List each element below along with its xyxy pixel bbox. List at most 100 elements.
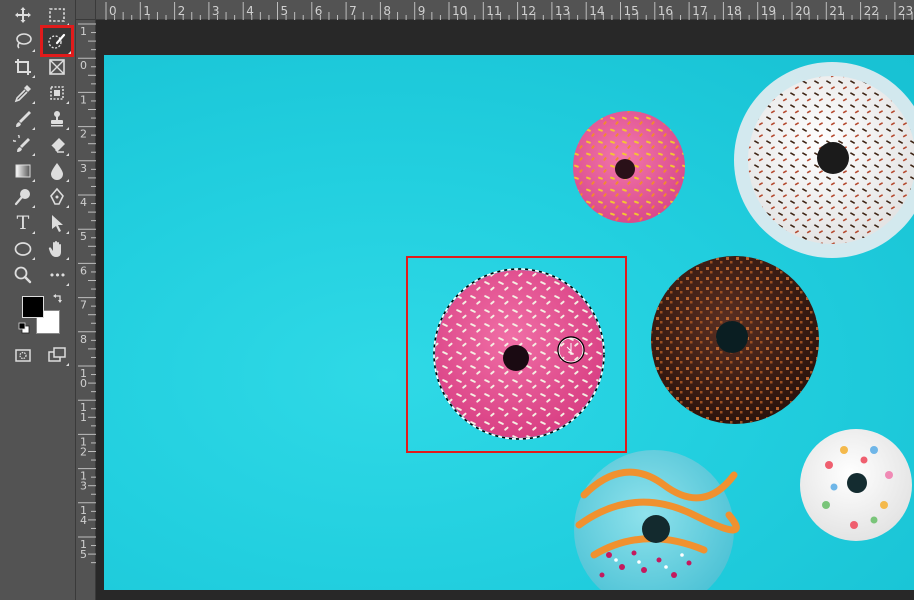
ellipsis-icon: ••• <box>48 268 66 282</box>
blue-iced-donut <box>574 450 740 590</box>
hand-tool[interactable] <box>44 237 70 261</box>
hand-icon <box>48 241 61 257</box>
svg-text:21: 21 <box>829 4 844 18</box>
svg-text:2: 2 <box>178 4 186 18</box>
svg-text:10: 10 <box>452 4 467 18</box>
svg-text:11: 11 <box>486 4 501 18</box>
ellipse-icon <box>14 242 32 256</box>
ruler-label: 18 <box>722 2 750 20</box>
dodge-icon <box>14 189 30 206</box>
svg-text:12: 12 <box>521 4 536 18</box>
crop-tool[interactable] <box>10 55 36 79</box>
ruler-label: 0 <box>105 2 133 20</box>
quick-selection-tool[interactable] <box>40 25 74 57</box>
svg-text:5: 5 <box>80 230 87 243</box>
ruler-label: 4 <box>78 194 96 222</box>
svg-text:1: 1 <box>80 25 87 38</box>
svg-text:3: 3 <box>80 480 87 493</box>
dodge-tool[interactable] <box>10 185 36 209</box>
selection-highlight-annotation <box>406 256 627 453</box>
lasso-tool[interactable] <box>10 29 36 53</box>
ruler-label: 14 <box>78 502 96 529</box>
ruler-label: 1 <box>78 91 96 119</box>
quick-selection-icon <box>48 33 66 49</box>
history-brush-tool[interactable] <box>10 133 36 157</box>
quick-mask-icon <box>15 349 31 362</box>
clone-stamp-tool[interactable] <box>44 107 70 131</box>
color-swatches <box>18 290 66 338</box>
ruler-label: 19 <box>757 2 784 20</box>
ruler-origin[interactable] <box>76 0 96 20</box>
white-sprinkle-donut <box>734 62 914 258</box>
eyedropper-tool[interactable] <box>10 81 36 105</box>
ruler-label: 10 <box>78 365 96 393</box>
svg-text:18: 18 <box>726 4 741 18</box>
brush-icon <box>16 111 31 127</box>
eraser-tool[interactable] <box>44 133 70 157</box>
type-tool[interactable]: T <box>10 211 36 235</box>
gradient-tool[interactable] <box>10 159 36 183</box>
frame-tool[interactable] <box>44 55 70 79</box>
gradient-icon <box>15 164 31 178</box>
svg-text:8: 8 <box>80 333 87 346</box>
path-selection-tool[interactable] <box>44 211 70 235</box>
screen-mode-icon <box>48 347 66 362</box>
ruler-label: 21 <box>825 2 853 20</box>
svg-text:16: 16 <box>658 4 673 18</box>
ruler-label: 14 <box>585 2 613 20</box>
svg-text:15: 15 <box>624 4 639 18</box>
crop-icon <box>15 59 31 75</box>
ruler-label: 7 <box>78 297 96 324</box>
brush-tool[interactable] <box>10 107 36 131</box>
quick-mask-mode[interactable] <box>10 343 36 367</box>
frame-icon <box>49 59 65 75</box>
ruler-label: 0 <box>78 57 96 85</box>
foreground-color-swatch[interactable] <box>22 296 44 318</box>
svg-text:1: 1 <box>143 4 151 18</box>
horizontal-ruler[interactable]: 0 1 2 3 4 5 6 7 8 9 10 11 12 13 14 15 16 17 18 19 20 21 22 23 <box>76 0 914 20</box>
zoom-tool[interactable] <box>10 263 36 287</box>
rectangular-marquee-tool[interactable] <box>44 3 70 27</box>
svg-text:6: 6 <box>80 264 87 277</box>
ruler-label: 6 <box>311 2 339 20</box>
ruler-label: 7 <box>345 2 373 20</box>
svg-text:13: 13 <box>555 4 570 18</box>
svg-text:1: 1 <box>80 411 87 424</box>
svg-text:1: 1 <box>80 93 87 106</box>
arrow-icon <box>52 215 63 232</box>
white-candy-donut <box>800 429 912 541</box>
tools-panel: T ••• <box>0 0 76 600</box>
zoom-icon <box>14 266 32 284</box>
svg-text:14: 14 <box>589 4 604 18</box>
eyedropper-icon <box>14 85 31 103</box>
spot-healing-tool[interactable] <box>44 81 70 105</box>
ruler-label: 17 <box>688 2 716 20</box>
svg-text:4: 4 <box>246 4 254 18</box>
svg-text:23: 23 <box>898 4 913 18</box>
marquee-icon <box>49 8 65 22</box>
ruler-label: 20 <box>791 2 819 20</box>
svg-text:8: 8 <box>383 4 391 18</box>
swap-colors-icon[interactable] <box>52 293 64 305</box>
ruler-label: 10 <box>448 2 476 20</box>
default-colors-icon[interactable] <box>18 322 30 334</box>
patch-icon <box>50 86 64 100</box>
svg-text:5: 5 <box>281 4 289 18</box>
svg-text:3: 3 <box>80 162 87 175</box>
screen-mode[interactable] <box>44 343 70 367</box>
horizontal-ruler-ticks: 0 1 2 3 4 5 6 7 8 9 10 11 12 13 14 15 16 17 18 19 20 21 22 23 <box>105 2 913 20</box>
vertical-ruler[interactable]: 1012345678101112131415 <box>76 20 96 600</box>
pen-icon <box>50 187 64 205</box>
vertical-ruler-ticks: 1012345678101112131415 <box>78 23 96 564</box>
ruler-label: 12 <box>78 433 96 461</box>
svg-text:4: 4 <box>80 196 87 209</box>
more-tools[interactable]: ••• <box>44 263 70 287</box>
ruler-label: 15 <box>620 2 647 20</box>
drop-icon <box>51 163 63 180</box>
pen-tool[interactable] <box>44 185 70 209</box>
svg-text:2: 2 <box>80 445 87 458</box>
svg-text:19: 19 <box>761 4 776 18</box>
blur-tool[interactable] <box>44 159 70 183</box>
ellipse-tool[interactable] <box>10 237 36 261</box>
move-tool[interactable] <box>10 3 36 27</box>
